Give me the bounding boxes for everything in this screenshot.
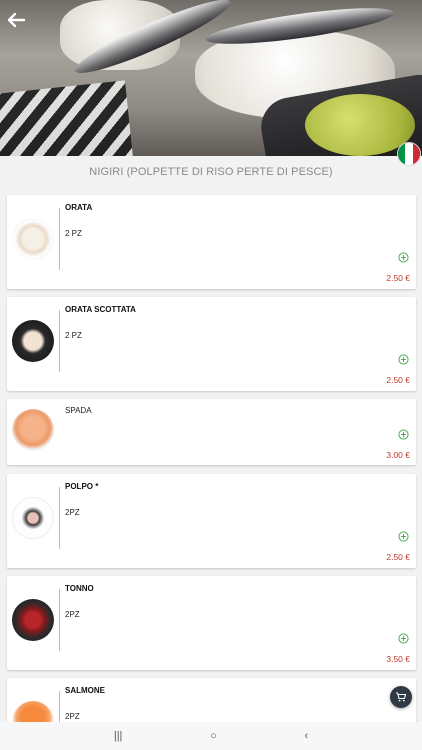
- item-thumbnail: [12, 599, 54, 641]
- item-name: POLPO *: [65, 482, 99, 491]
- back-button[interactable]: [5, 9, 27, 31]
- item-thumbnail: [12, 497, 54, 539]
- item-name: ORATA SCOTTATA: [65, 305, 136, 314]
- menu-item-card[interactable]: TONNO 2PZ 3.50 €: [7, 576, 416, 670]
- item-description: 2PZ: [65, 508, 80, 517]
- system-navigation-bar: ||| ○ ‹: [0, 722, 422, 750]
- item-price: 2.50 €: [386, 273, 410, 283]
- item-thumbnail: [12, 409, 54, 451]
- item-price: 2.50 €: [386, 552, 410, 562]
- plus-circle-icon[interactable]: [398, 429, 409, 440]
- plus-circle-icon[interactable]: [398, 252, 409, 263]
- item-name: SALMONE: [65, 686, 105, 695]
- menu-item-card[interactable]: ORATA 2 PZ 2.50 €: [7, 195, 416, 289]
- cart-icon: [396, 692, 407, 702]
- recents-button[interactable]: |||: [114, 730, 123, 742]
- flag-red: [412, 143, 420, 165]
- item-price: 3.00 €: [386, 450, 410, 460]
- divider: [59, 208, 60, 270]
- section-title: NIGIRI (POLPETTE DI RISO PERTE DI PESCE): [89, 166, 333, 178]
- nav-back-button[interactable]: ‹: [304, 730, 308, 742]
- item-name: TONNO: [65, 584, 94, 593]
- divider: [59, 589, 60, 651]
- item-description: 2 PZ: [65, 331, 82, 340]
- home-button[interactable]: ○: [210, 730, 217, 742]
- menu-item-card[interactable]: ORATA SCOTTATA 2 PZ 2.50 €: [7, 297, 416, 391]
- arrow-left-icon: [7, 12, 26, 28]
- flag-green: [398, 143, 406, 165]
- menu-item-card[interactable]: SPADA 3.00 €: [7, 399, 416, 465]
- item-name: ORATA: [65, 203, 93, 212]
- striped-placemat: [0, 80, 135, 156]
- cart-button[interactable]: [390, 686, 412, 708]
- item-price: 3.50 €: [386, 654, 410, 664]
- item-price: 2.50 €: [386, 375, 410, 385]
- plus-circle-icon[interactable]: [398, 633, 409, 644]
- divider: [59, 487, 60, 549]
- item-description: SPADA: [65, 406, 92, 415]
- item-description: 2PZ: [65, 610, 80, 619]
- divider: [59, 310, 60, 372]
- plus-circle-icon[interactable]: [398, 531, 409, 542]
- hero-image: [0, 0, 422, 156]
- item-description: 2PZ: [65, 712, 80, 721]
- item-thumbnail: [12, 218, 54, 260]
- plus-circle-icon[interactable]: [398, 354, 409, 365]
- item-thumbnail: [12, 320, 54, 362]
- flag-white: [405, 143, 413, 165]
- menu-item-card[interactable]: POLPO * 2PZ 2.50 €: [7, 474, 416, 568]
- item-description: 2 PZ: [65, 229, 82, 238]
- language-flag-italy[interactable]: [397, 142, 421, 166]
